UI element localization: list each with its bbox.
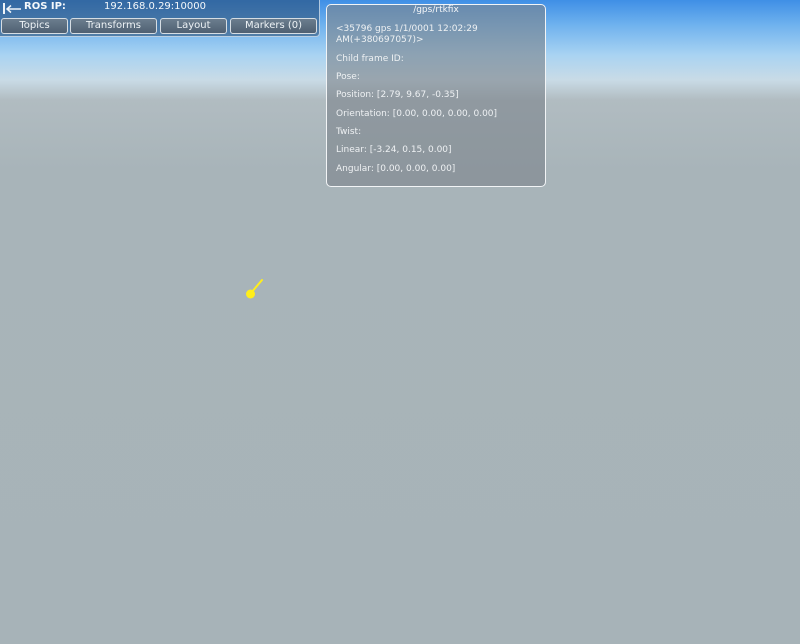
arrow-left-icon[interactable] [2, 2, 22, 15]
orientation-value: Orientation: [0.00, 0.00, 0.00, 0.00] [336, 109, 498, 119]
message-header: <35796 gps 1/1/0001 12:02:29 AM(+3806970… [336, 24, 478, 45]
tab-markers[interactable]: Markers (0) [230, 18, 317, 34]
gps-marker-dot [246, 289, 255, 299]
angular-value: Angular: [0.00, 0.00, 0.00] [336, 164, 456, 174]
tab-topics[interactable]: Topics [1, 18, 68, 34]
linear-value: Linear: [-3.24, 0.15, 0.00] [336, 145, 452, 155]
message-title[interactable]: /gps/rtkfix [327, 5, 545, 16]
tab-layout[interactable]: Layout [160, 18, 227, 34]
tab-transforms[interactable]: Transforms [70, 18, 157, 34]
pose-label: Pose: [336, 72, 360, 82]
ros-panel: ROS IP: 192.168.0.29:10000 Topics Transf… [0, 0, 320, 37]
child-frame-id-label: Child frame ID: [336, 54, 404, 64]
ros-ip-row: ROS IP: 192.168.0.29:10000 [0, 0, 320, 17]
message-window[interactable]: /gps/rtkfix <35796 gps 1/1/0001 12:02:29… [326, 4, 546, 187]
ros-ip-value[interactable]: 192.168.0.29:10000 [104, 1, 206, 12]
gps-marker[interactable] [245, 278, 265, 300]
ros-ip-label: ROS IP: [24, 1, 66, 12]
twist-label: Twist: [336, 127, 362, 137]
position-value: Position: [2.79, 9.67, -0.35] [336, 90, 459, 100]
